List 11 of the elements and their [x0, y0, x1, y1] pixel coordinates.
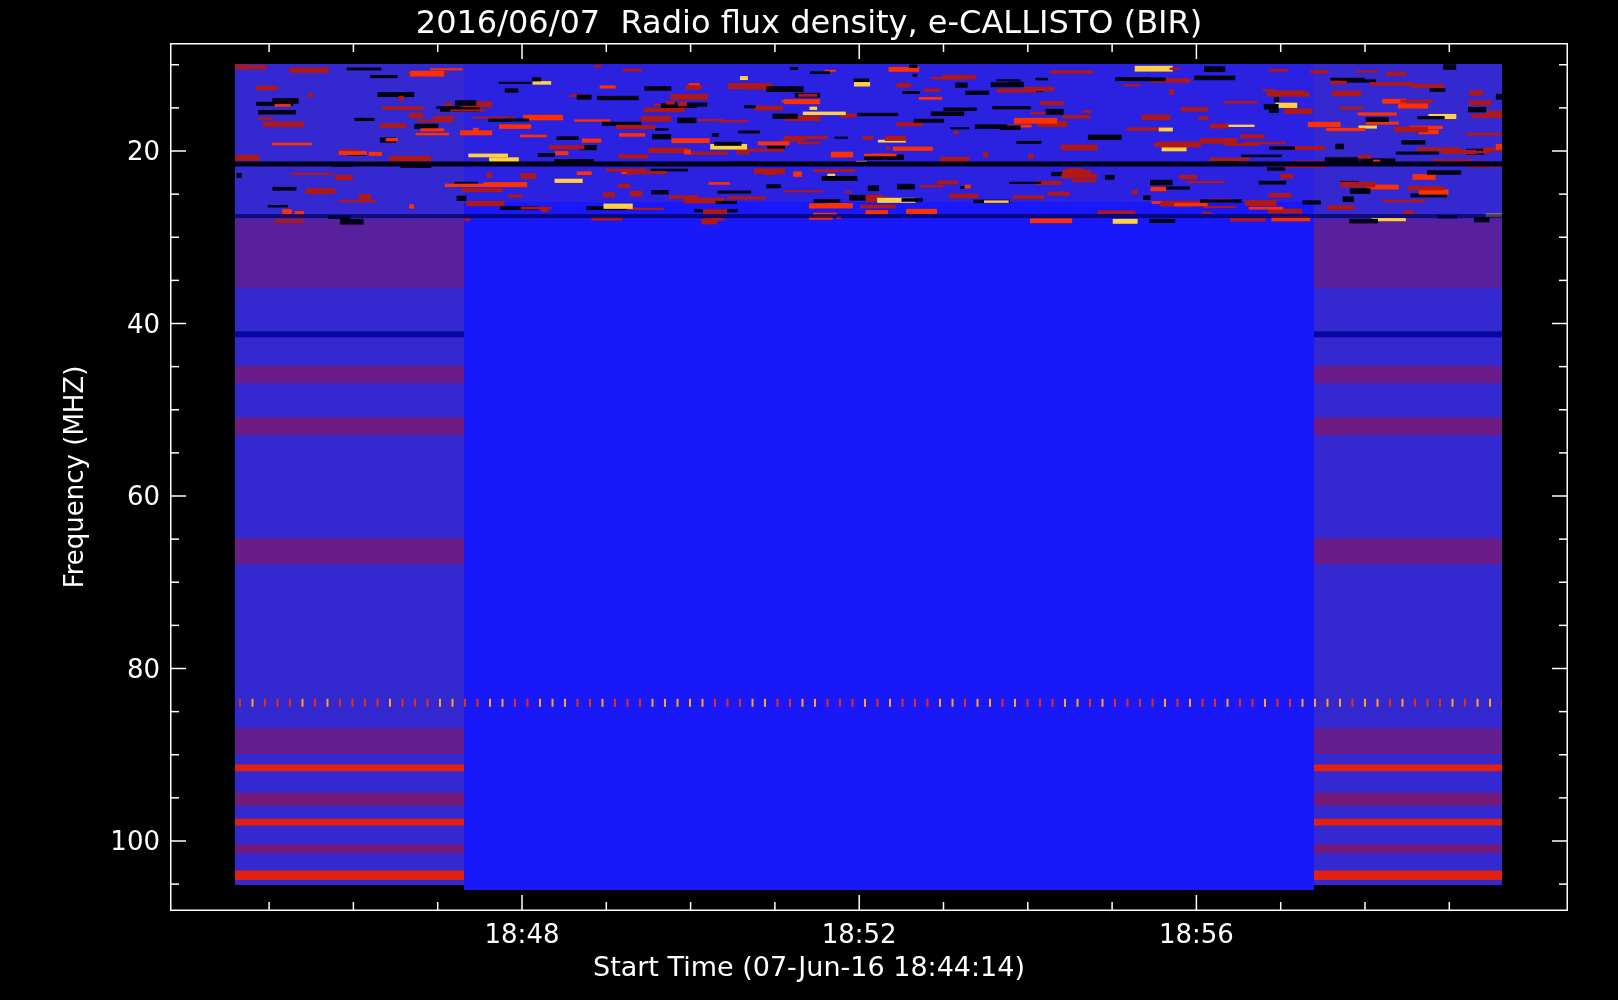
y-axis-label: Frequency (MHZ): [61, 365, 87, 589]
x-tick-label: 18:52: [821, 921, 897, 947]
y-tick-label: 40: [126, 310, 160, 337]
y-tick-label: 20: [126, 138, 160, 164]
x-tick-label: 18:56: [1158, 921, 1234, 947]
x-tick-label: 18:48: [484, 921, 560, 947]
y-tick-label: 80: [126, 655, 160, 682]
x-axis-label: Start Time (07-Jun-16 18:44:14): [593, 953, 1025, 980]
y-tick-label: 100: [110, 828, 160, 854]
chart-title: 2016/06/07 Radio flux density, e-CALLISTO (BIR): [415, 5, 1203, 38]
y-tick-label: 60: [126, 483, 160, 509]
